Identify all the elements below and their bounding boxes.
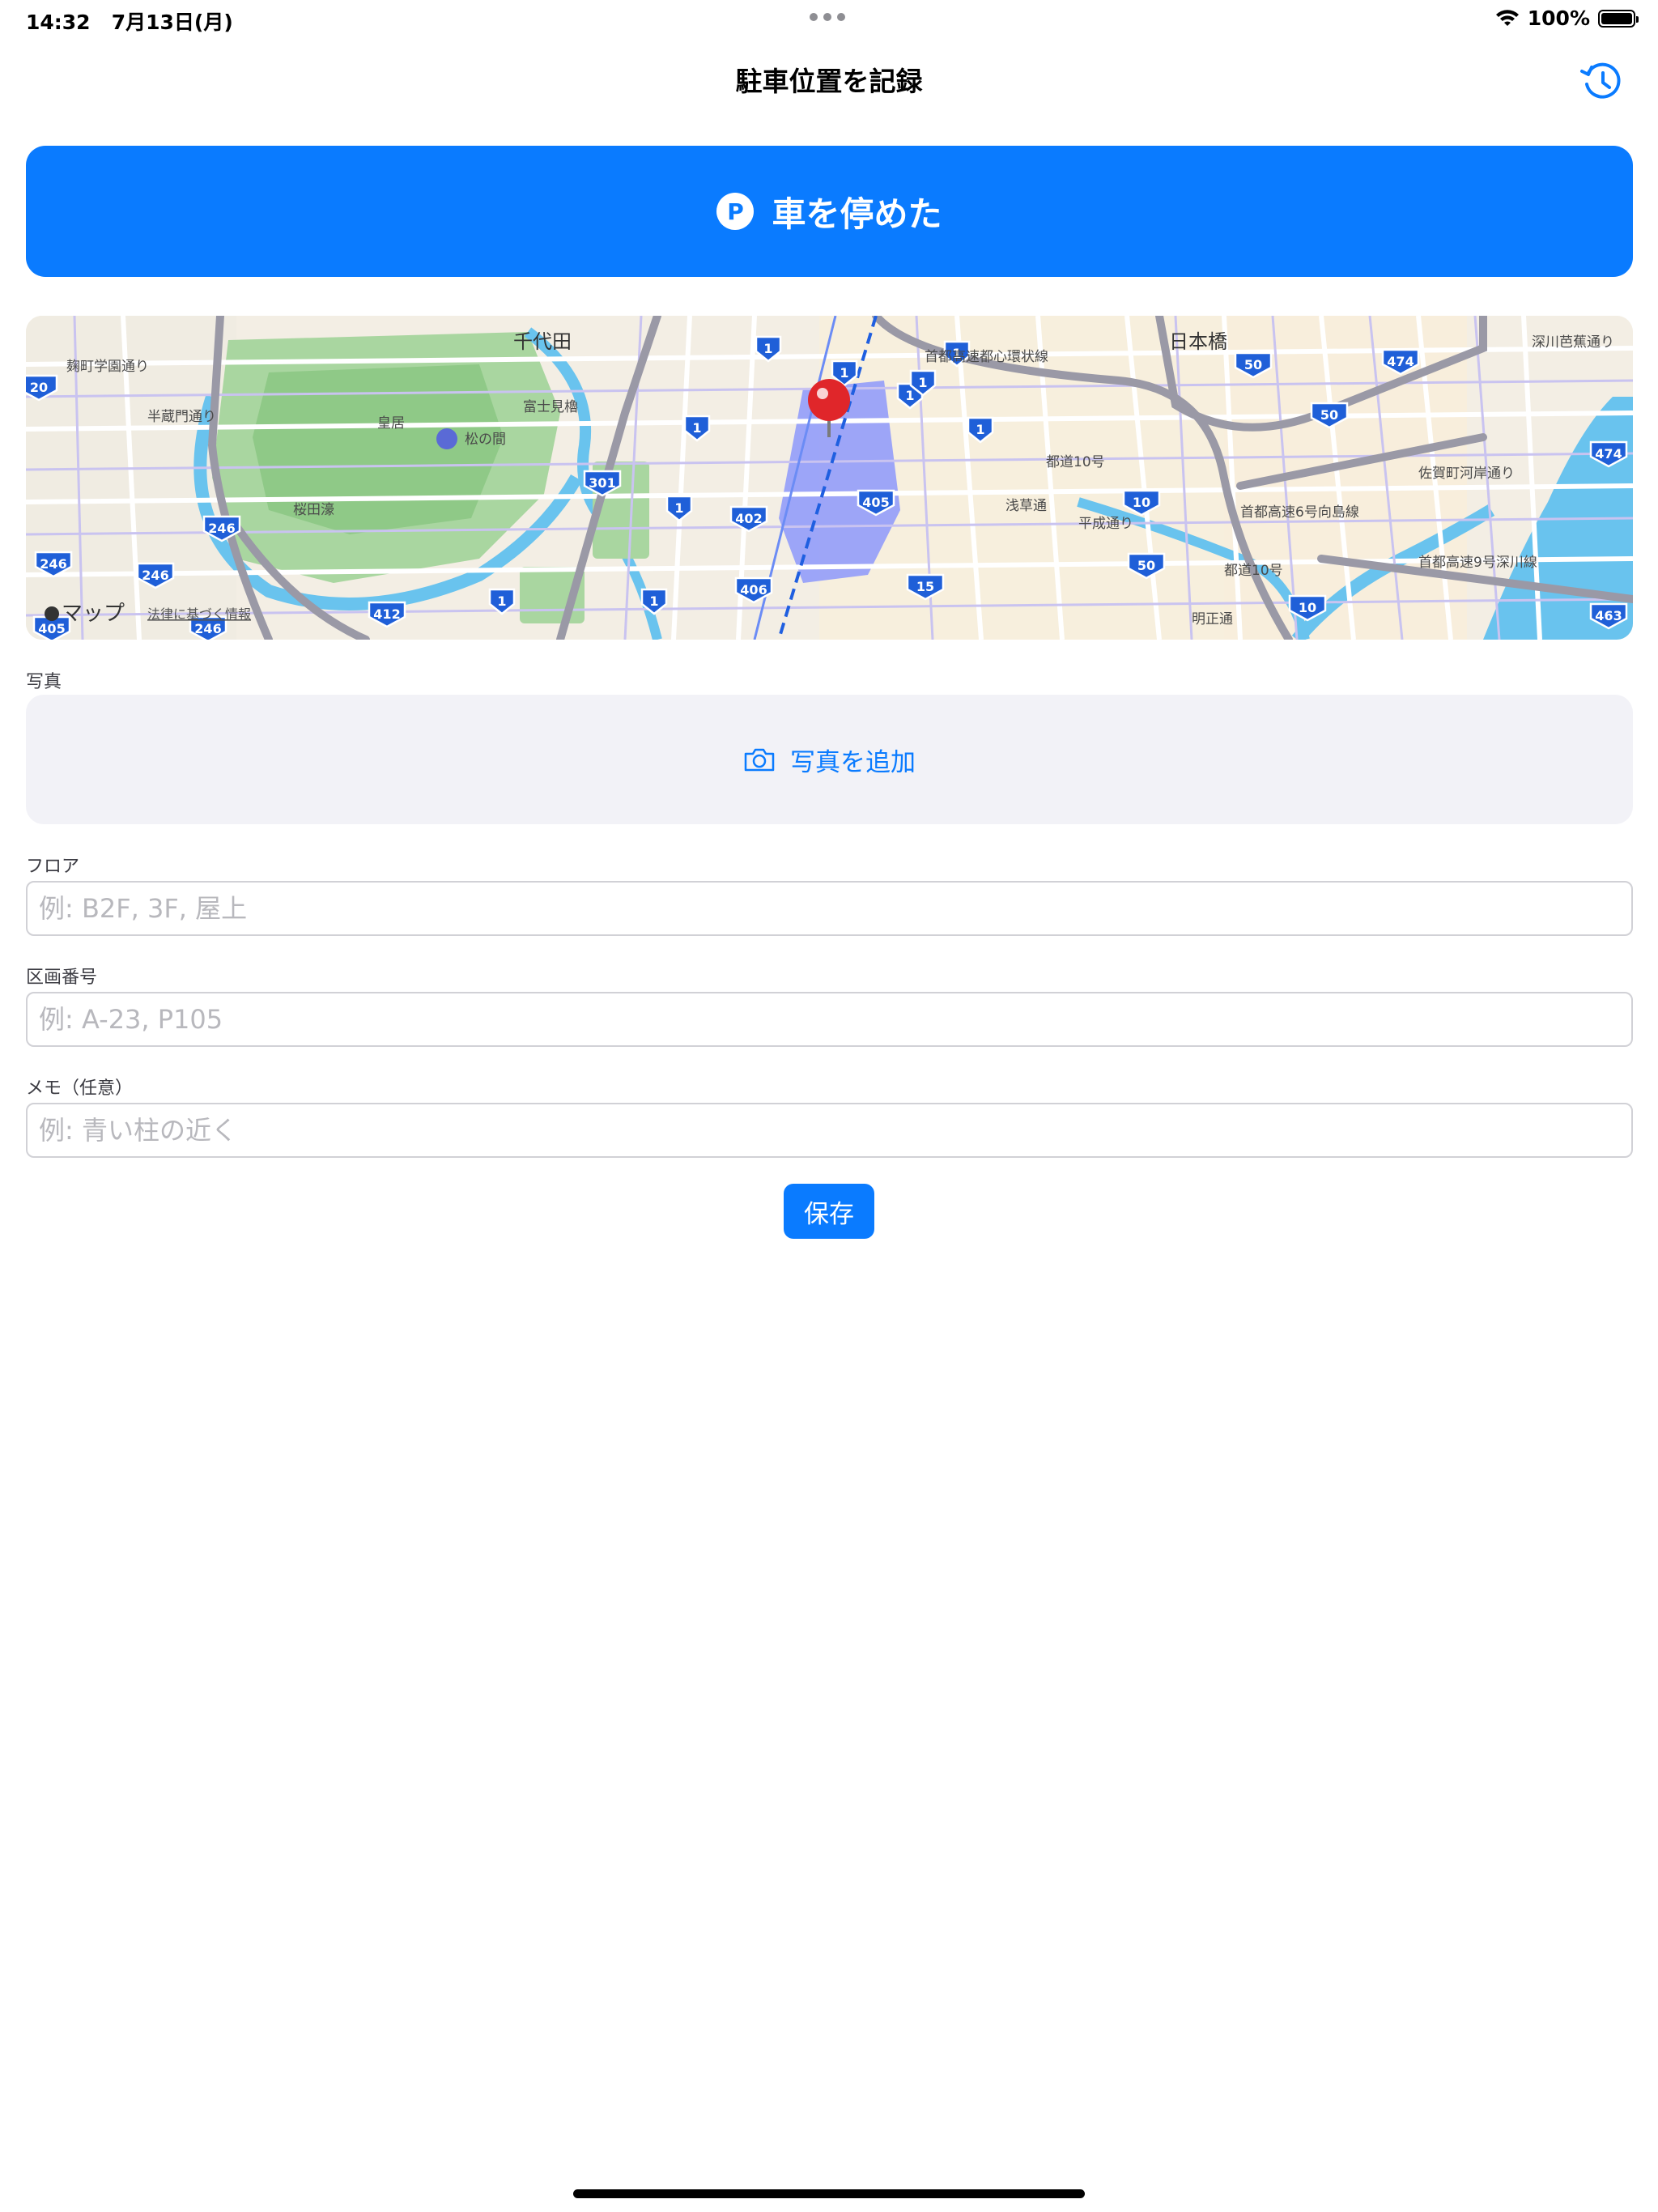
route-shield-label: 50: [1137, 558, 1155, 573]
route-shield-label: 402: [735, 511, 762, 526]
map-label-sakuradabori: 桜田濠: [293, 502, 334, 518]
map-label-chiyoda: 千代田: [513, 330, 572, 353]
route-shield-label: 1: [918, 375, 927, 390]
map-label-fukagawa: 深川芭蕉通り: [1532, 334, 1614, 351]
map-canvas[interactable]: 20246246246405 246412111111 13014024064051…: [26, 316, 1633, 640]
route-shield-label: 474: [1595, 446, 1622, 462]
section-number-field[interactable]: [26, 992, 1633, 1047]
map-label-hanzomon: 半蔵門通り: [147, 409, 216, 425]
memo-label: メモ（任意）: [26, 1078, 134, 1099]
map-label-nihonbashi: 日本橋: [1169, 330, 1227, 353]
route-shield-label: 412: [373, 606, 400, 622]
landmark-icon: [436, 428, 457, 449]
route-shield-label: 246: [194, 621, 221, 636]
map-label-shutoko-loop: 首都高速都心環状線: [925, 349, 1048, 365]
route-shield-label: 50: [1320, 407, 1338, 423]
route-shield-label: 10: [1299, 600, 1316, 615]
park-button-label: 車を停めた: [772, 194, 942, 234]
status-bar: 14:32 7月13日(月) 100%: [0, 0, 1658, 39]
add-photo-button[interactable]: 写真を追加: [26, 695, 1633, 824]
add-photo-label: 写真を追加: [790, 747, 916, 777]
status-time-text: 14:32: [26, 11, 91, 34]
map-label-toto10a: 都道10号: [1046, 454, 1105, 470]
memo-field[interactable]: [26, 1103, 1633, 1158]
route-shield-label: 1: [497, 593, 506, 609]
map-label-matsunoma: 松の間: [465, 432, 506, 448]
photo-section-label: 写真: [26, 672, 62, 692]
route-shield-label: 1: [840, 365, 848, 381]
route-shield-label: 463: [1595, 608, 1622, 623]
route-shield-label: 1: [674, 500, 683, 516]
route-shield-label: 10: [1133, 495, 1150, 510]
map-label-shutoko-6: 首都高速6号向島線: [1240, 504, 1359, 521]
status-indicators: 100%: [1495, 6, 1639, 30]
status-time: 14:32 7月13日(月): [26, 6, 233, 36]
route-shield-label: 405: [862, 495, 889, 510]
map-label-heisei: 平成通り: [1078, 516, 1133, 532]
apple-logo-icon: [45, 606, 59, 621]
park-button[interactable]: P 車を停めた: [26, 146, 1633, 277]
route-shield-label: 1: [763, 341, 772, 356]
map-label-sakaigawa: 佐賀町河岸通り: [1418, 466, 1515, 482]
parking-icon: P: [716, 193, 755, 230]
page-title: 駐車位置を記録: [735, 66, 923, 97]
map-label-toto10b: 都道10号: [1224, 563, 1283, 579]
map-label-fujimi: 富士見櫓: [523, 399, 578, 415]
battery-percentage: 100%: [1527, 6, 1590, 30]
route-shield-label: 15: [916, 579, 934, 594]
route-shield-label: 1: [905, 388, 914, 403]
map-label-meisho: 明正通: [1192, 611, 1233, 627]
maps-attribution: マップ: [62, 602, 125, 626]
route-shield-label: 1: [649, 593, 658, 609]
route-shield-label: 406: [740, 582, 767, 598]
multitasking-dots-icon[interactable]: [810, 13, 845, 21]
legal-link[interactable]: 法律に基づく情報: [147, 606, 251, 622]
floor-label: フロア: [26, 857, 80, 877]
battery-icon: [1598, 9, 1639, 28]
route-shield-label: 246: [142, 568, 168, 583]
home-indicator[interactable]: [573, 2189, 1085, 2198]
map-label-shutoko-9: 首都高速9号深川線: [1418, 555, 1537, 571]
clock-arrow-icon: [1580, 62, 1621, 99]
map-label-koukyo: 皇居: [377, 415, 405, 432]
map-view[interactable]: 20 246 246 246 405 246 412 1 1 1 1 1 1 1 301 402 406 405 1…: [26, 316, 1633, 640]
route-shield-label: 1: [692, 420, 701, 436]
status-date: 7月13日(月): [111, 11, 233, 34]
map-label-kojimachi: 麹町学園通り: [66, 359, 149, 375]
wifi-icon: [1495, 9, 1519, 26]
route-shield-label: 1: [976, 422, 984, 437]
route-shield-label: 474: [1387, 354, 1414, 369]
section-number-label: 区画番号: [26, 968, 98, 988]
route-shield-label: 246: [208, 521, 235, 536]
floor-field[interactable]: [26, 881, 1633, 936]
camera-icon: [744, 748, 775, 772]
route-shield-label: 246: [40, 556, 66, 572]
route-shield-label: 301: [589, 475, 615, 491]
route-shield-label: 20: [30, 380, 48, 395]
route-shield-label: 50: [1244, 357, 1262, 372]
map-label-kyobashi: 浅草通: [1005, 498, 1047, 514]
save-button[interactable]: 保存: [784, 1184, 874, 1239]
history-button[interactable]: [1579, 58, 1624, 104]
